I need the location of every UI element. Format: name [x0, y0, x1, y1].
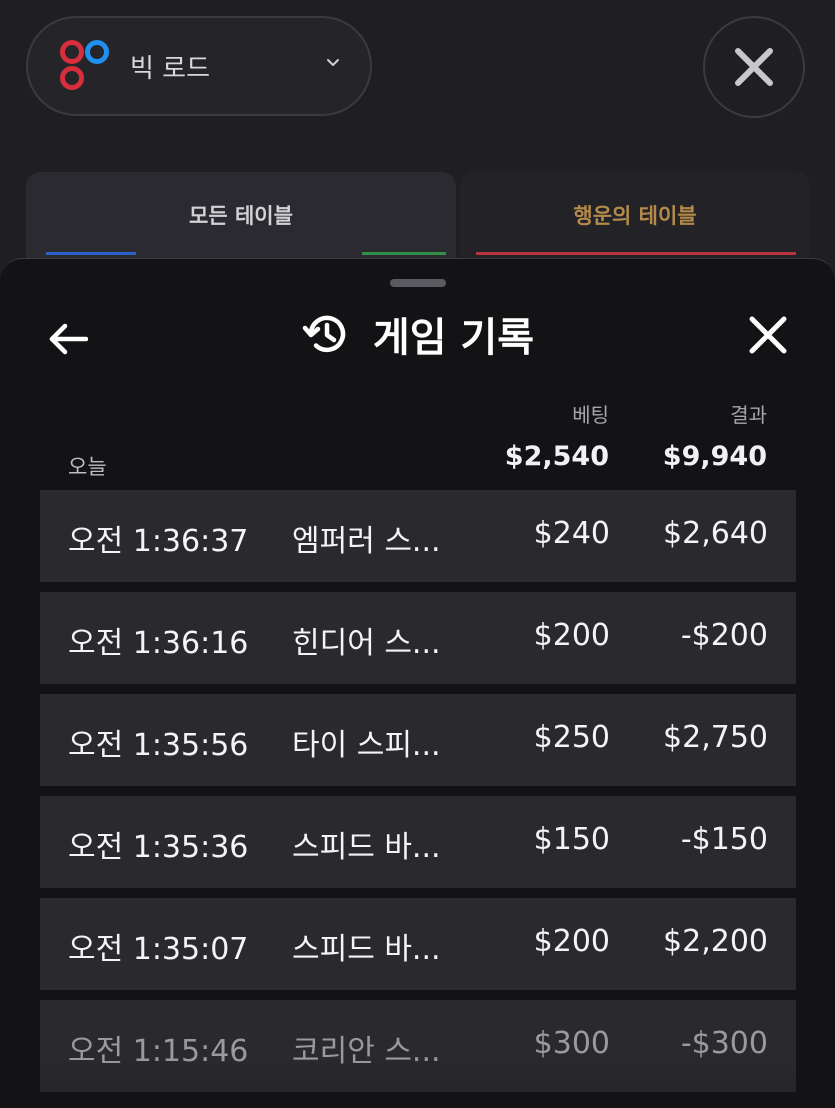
history-row[interactable]: 오전 1:36:37 엠퍼러 스... $240 $2,640 — [40, 490, 796, 582]
tab-lucky-tables[interactable]: 행운의 테이블 — [460, 172, 810, 272]
row-bet: $250 — [533, 720, 610, 755]
row-game: 엠퍼러 스... — [292, 524, 441, 559]
row-result: -$200 — [680, 618, 768, 653]
history-row[interactable]: 오전 1:35:07 스피드 바... $200 $2,200 — [40, 898, 796, 990]
history-row[interactable]: 오전 1:36:16 힌디어 스... $200 -$200 — [40, 592, 796, 684]
history-row[interactable]: 오전 1:35:56 타이 스피... $250 $2,750 — [40, 694, 796, 786]
row-game: 스피드 바... — [292, 830, 441, 865]
history-list: 오전 1:36:37 엠퍼러 스... $240 $2,640 오전 1:36:… — [40, 490, 796, 1102]
game-history-screen: 빅 로드 모든 테이블 행운의 테이블 게임 기록 베팅 결과 오늘 $2,54… — [0, 0, 835, 1108]
sheet-header: 게임 기록 — [0, 305, 835, 363]
row-bet: $300 — [533, 1026, 610, 1061]
tab-all-tables[interactable]: 모든 테이블 — [26, 172, 456, 272]
history-row[interactable]: 오전 1:35:36 스피드 바... $150 -$150 — [40, 796, 796, 888]
row-game: 스피드 바... — [292, 932, 441, 967]
row-time: 오전 1:15:46 — [68, 1034, 249, 1069]
date-group-label: 오늘 — [68, 455, 107, 479]
column-header-bet: 베팅 — [572, 403, 609, 427]
column-header-result: 결과 — [730, 403, 767, 427]
row-bet: $150 — [533, 822, 610, 857]
result-total: $9,940 — [662, 441, 767, 472]
row-result: $2,750 — [663, 720, 768, 755]
close-icon — [749, 316, 787, 354]
big-road-logo-icon — [58, 38, 114, 94]
history-icon — [302, 315, 346, 353]
lobby-close-button[interactable] — [703, 16, 805, 118]
row-game: 타이 스피... — [292, 728, 441, 763]
page-title: 게임 기록 — [372, 315, 535, 361]
row-bet: $200 — [533, 924, 610, 959]
sheet-close-button[interactable] — [742, 309, 794, 361]
history-row[interactable]: 오전 1:15:46 코리안 스... $300 -$300 — [40, 1000, 796, 1092]
tab-color-strip — [476, 252, 796, 255]
row-time: 오전 1:36:16 — [68, 626, 249, 661]
row-game: 코리안 스... — [292, 1034, 441, 1069]
row-time: 오전 1:36:37 — [68, 524, 249, 559]
row-bet: $200 — [533, 618, 610, 653]
game-history-sheet: 게임 기록 베팅 결과 오늘 $2,540 $9,940 오전 1:36:37 … — [0, 258, 835, 1108]
tab-color-strip — [46, 252, 136, 255]
row-result: -$150 — [680, 822, 768, 857]
row-time: 오전 1:35:36 — [68, 830, 249, 865]
tab-color-strip — [362, 252, 446, 255]
road-selector-dropdown[interactable]: 빅 로드 — [26, 16, 372, 116]
chevron-down-icon — [327, 59, 339, 66]
table-tabs: 모든 테이블 행운의 테이블 — [26, 172, 810, 272]
row-result: $2,200 — [663, 924, 768, 959]
row-result: $2,640 — [663, 516, 768, 551]
road-selector-label: 빅 로드 — [130, 53, 211, 84]
row-time: 오전 1:35:07 — [68, 932, 249, 967]
row-bet: $240 — [533, 516, 610, 551]
row-time: 오전 1:35:56 — [68, 728, 249, 763]
sheet-drag-handle[interactable] — [390, 279, 446, 287]
row-game: 힌디어 스... — [292, 626, 441, 661]
row-result: -$300 — [680, 1026, 768, 1061]
close-icon — [735, 48, 773, 86]
bet-total: $2,540 — [504, 441, 609, 472]
